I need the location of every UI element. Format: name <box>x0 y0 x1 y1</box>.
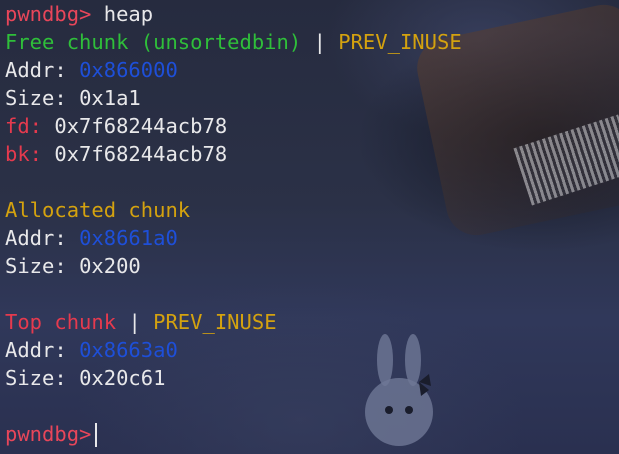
top-chunk-title: Top chunk <box>5 310 117 334</box>
addr-label: Addr: <box>5 58 67 82</box>
fd-label: fd: <box>5 114 43 138</box>
free-chunk-bk: bk: 0x7f68244acb78 <box>5 140 619 168</box>
command-text: heap <box>103 2 154 26</box>
free-chunk-fd: fd: 0x7f68244acb78 <box>5 112 619 140</box>
allocated-chunk-addr: Addr: 0x8661a0 <box>5 224 619 252</box>
size-label: Size: <box>5 254 67 278</box>
separator: | <box>313 30 326 54</box>
terminal-output: pwndbg> heap Free chunk (unsortedbin) | … <box>5 0 619 454</box>
shell-prompt: pwndbg> <box>5 2 92 26</box>
size-value: 0x1a1 <box>79 86 141 110</box>
prev-inuse-flag: PREV_INUSE <box>338 30 462 54</box>
top-chunk-size: Size: 0x20c61 <box>5 364 619 392</box>
addr-value: 0x8661a0 <box>79 226 178 250</box>
top-chunk-header: Top chunk | PREV_INUSE <box>5 308 619 336</box>
addr-label: Addr: <box>5 226 67 250</box>
shell-prompt: pwndbg> <box>5 422 92 446</box>
bk-value: 0x7f68244acb78 <box>54 142 228 166</box>
size-value: 0x20c61 <box>79 366 166 390</box>
allocated-chunk-header: Allocated chunk <box>5 196 619 224</box>
addr-value: 0x866000 <box>79 58 178 82</box>
bk-label: bk: <box>5 142 43 166</box>
addr-label: Addr: <box>5 338 67 362</box>
fd-value: 0x7f68244acb78 <box>54 114 228 138</box>
allocated-chunk-size: Size: 0x200 <box>5 252 619 280</box>
top-chunk-addr: Addr: 0x8663a0 <box>5 336 619 364</box>
free-chunk-header: Free chunk (unsortedbin) | PREV_INUSE <box>5 28 619 56</box>
prev-inuse-flag: PREV_INUSE <box>153 310 277 334</box>
size-value: 0x200 <box>79 254 141 278</box>
text-cursor[interactable] <box>95 423 98 447</box>
separator: | <box>128 310 141 334</box>
free-chunk-size: Size: 0x1a1 <box>5 84 619 112</box>
addr-value: 0x8663a0 <box>79 338 178 362</box>
input-line[interactable]: pwndbg> <box>5 420 619 448</box>
free-chunk-title: Free chunk (unsortedbin) <box>5 30 302 54</box>
allocated-chunk-title: Allocated chunk <box>5 198 191 222</box>
size-label: Size: <box>5 366 67 390</box>
terminal-window[interactable]: pwndbg> heap Free chunk (unsortedbin) | … <box>0 0 619 454</box>
size-label: Size: <box>5 86 67 110</box>
command-line: pwndbg> heap <box>5 0 619 28</box>
free-chunk-addr: Addr: 0x866000 <box>5 56 619 84</box>
